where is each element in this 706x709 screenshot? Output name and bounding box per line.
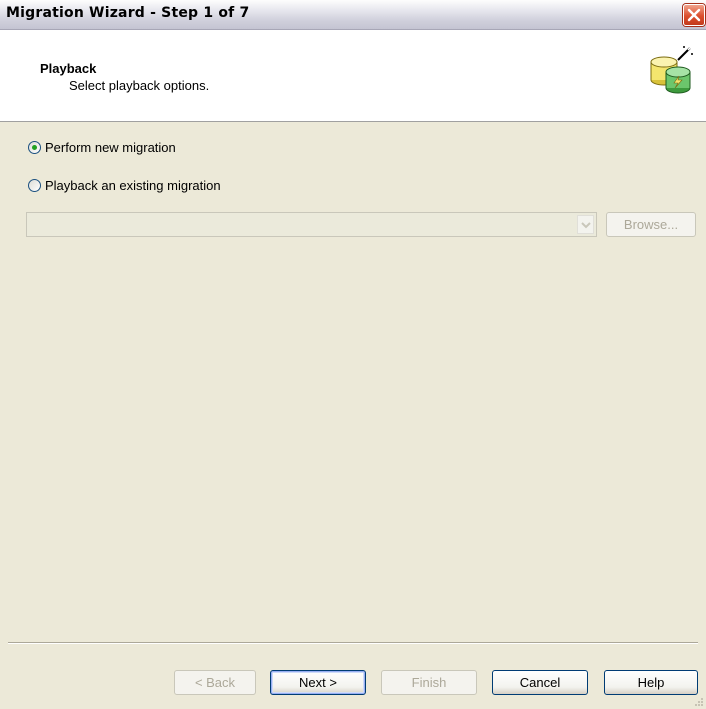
page-title: Playback <box>40 61 97 76</box>
database-wizard-icon <box>650 46 693 94</box>
next-button[interactable]: Next > <box>270 670 366 695</box>
cancel-button[interactable]: Cancel <box>492 670 588 695</box>
playback-file-combobox[interactable] <box>26 212 597 237</box>
playback-existing-migration-radio[interactable] <box>28 179 41 192</box>
window-title: Migration Wizard - Step 1 of 7 <box>6 5 250 21</box>
wizard-header: Playback Select playback options. <box>0 30 706 122</box>
combobox-dropdown-button[interactable] <box>577 215 594 234</box>
playback-existing-migration-label[interactable]: Playback an existing migration <box>45 178 221 193</box>
close-button[interactable] <box>683 4 705 26</box>
help-button[interactable]: Help <box>604 670 698 695</box>
playback-existing-migration-option[interactable]: Playback an existing migration <box>28 178 221 193</box>
close-icon <box>687 8 701 22</box>
chevron-down-icon <box>581 222 591 229</box>
wizard-content: Perform new migration Playback an existi… <box>0 122 706 642</box>
back-button[interactable]: < Back <box>174 670 256 695</box>
browse-button[interactable]: Browse... <box>606 212 696 237</box>
title-bar[interactable]: Migration Wizard - Step 1 of 7 <box>0 0 706 30</box>
perform-new-migration-label[interactable]: Perform new migration <box>45 140 176 155</box>
page-subtitle: Select playback options. <box>69 78 210 93</box>
perform-new-migration-option[interactable]: Perform new migration <box>28 140 176 155</box>
resize-grip-icon[interactable] <box>694 697 704 707</box>
finish-button[interactable]: Finish <box>381 670 477 695</box>
migration-wizard-window: Migration Wizard - Step 1 of 7 Playback … <box>0 0 706 709</box>
perform-new-migration-radio[interactable] <box>28 141 41 154</box>
footer-divider <box>8 642 698 644</box>
